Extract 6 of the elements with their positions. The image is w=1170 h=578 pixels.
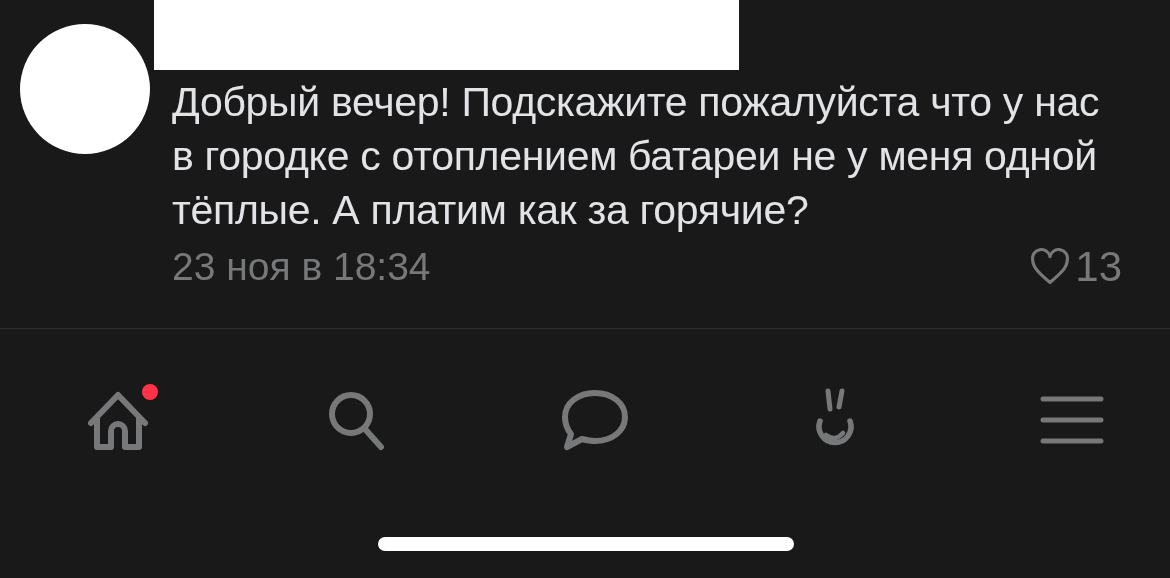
comment-text: Добрый вечер! Подскажите пожалуйста что у нас в городке с отоплением батареи не у меня одной тёплые. А платим как за горячие? bbox=[172, 78, 1101, 235]
notification-dot bbox=[142, 384, 158, 400]
like-button[interactable]: 13 bbox=[1029, 243, 1122, 291]
heart-icon bbox=[1029, 248, 1072, 286]
chat-bubble-icon bbox=[559, 387, 631, 453]
comment-date: 23 ноя в 18:34 bbox=[172, 245, 431, 289]
